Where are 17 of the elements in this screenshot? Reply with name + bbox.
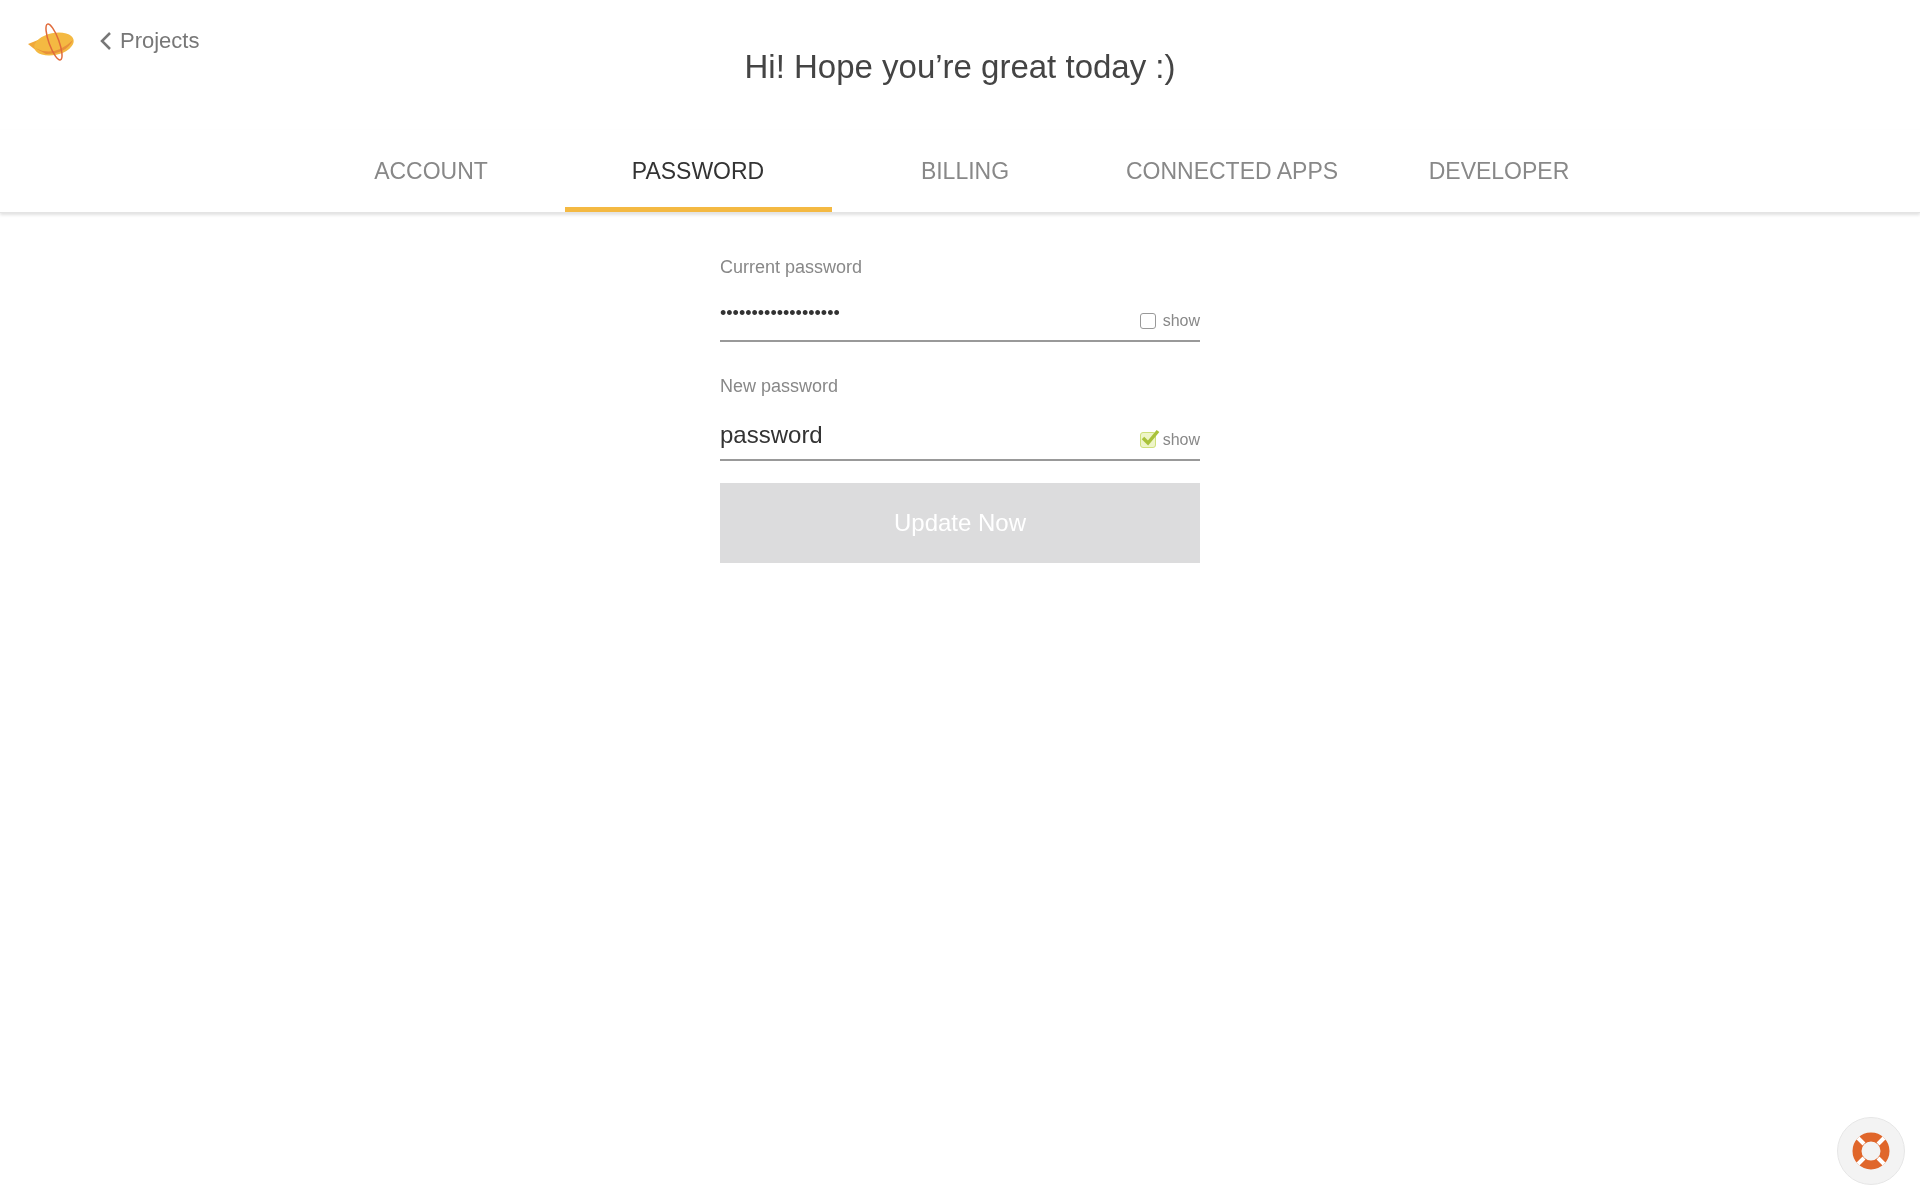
tab[interactable]: ACCOUNT: [297, 130, 565, 212]
checkbox-icon[interactable]: [1139, 313, 1156, 329]
lifebuoy-icon: [1852, 1132, 1890, 1170]
password-field[interactable]: password: [720, 421, 1140, 459]
tab[interactable]: BILLING: [831, 130, 1099, 212]
password-field[interactable]: •••••••••••••••••••: [720, 303, 1140, 340]
show-checkbox[interactable]: show: [1139, 431, 1200, 459]
greeting-heading: Hi! Hope you’re great today :): [743, 48, 1177, 86]
chevron-left-icon: [100, 31, 112, 51]
tab[interactable]: DEVELOPER: [1365, 130, 1633, 212]
tab[interactable]: PASSWORD: [564, 130, 832, 212]
back-link[interactable]: Projects: [100, 28, 200, 54]
field-label: Current password: [720, 257, 864, 278]
tab[interactable]: CONNECTED APPS: [1098, 130, 1366, 212]
blimp-logo-icon[interactable]: [26, 20, 76, 62]
show-checkbox[interactable]: show: [1139, 312, 1200, 340]
field-label: New password: [720, 376, 840, 397]
